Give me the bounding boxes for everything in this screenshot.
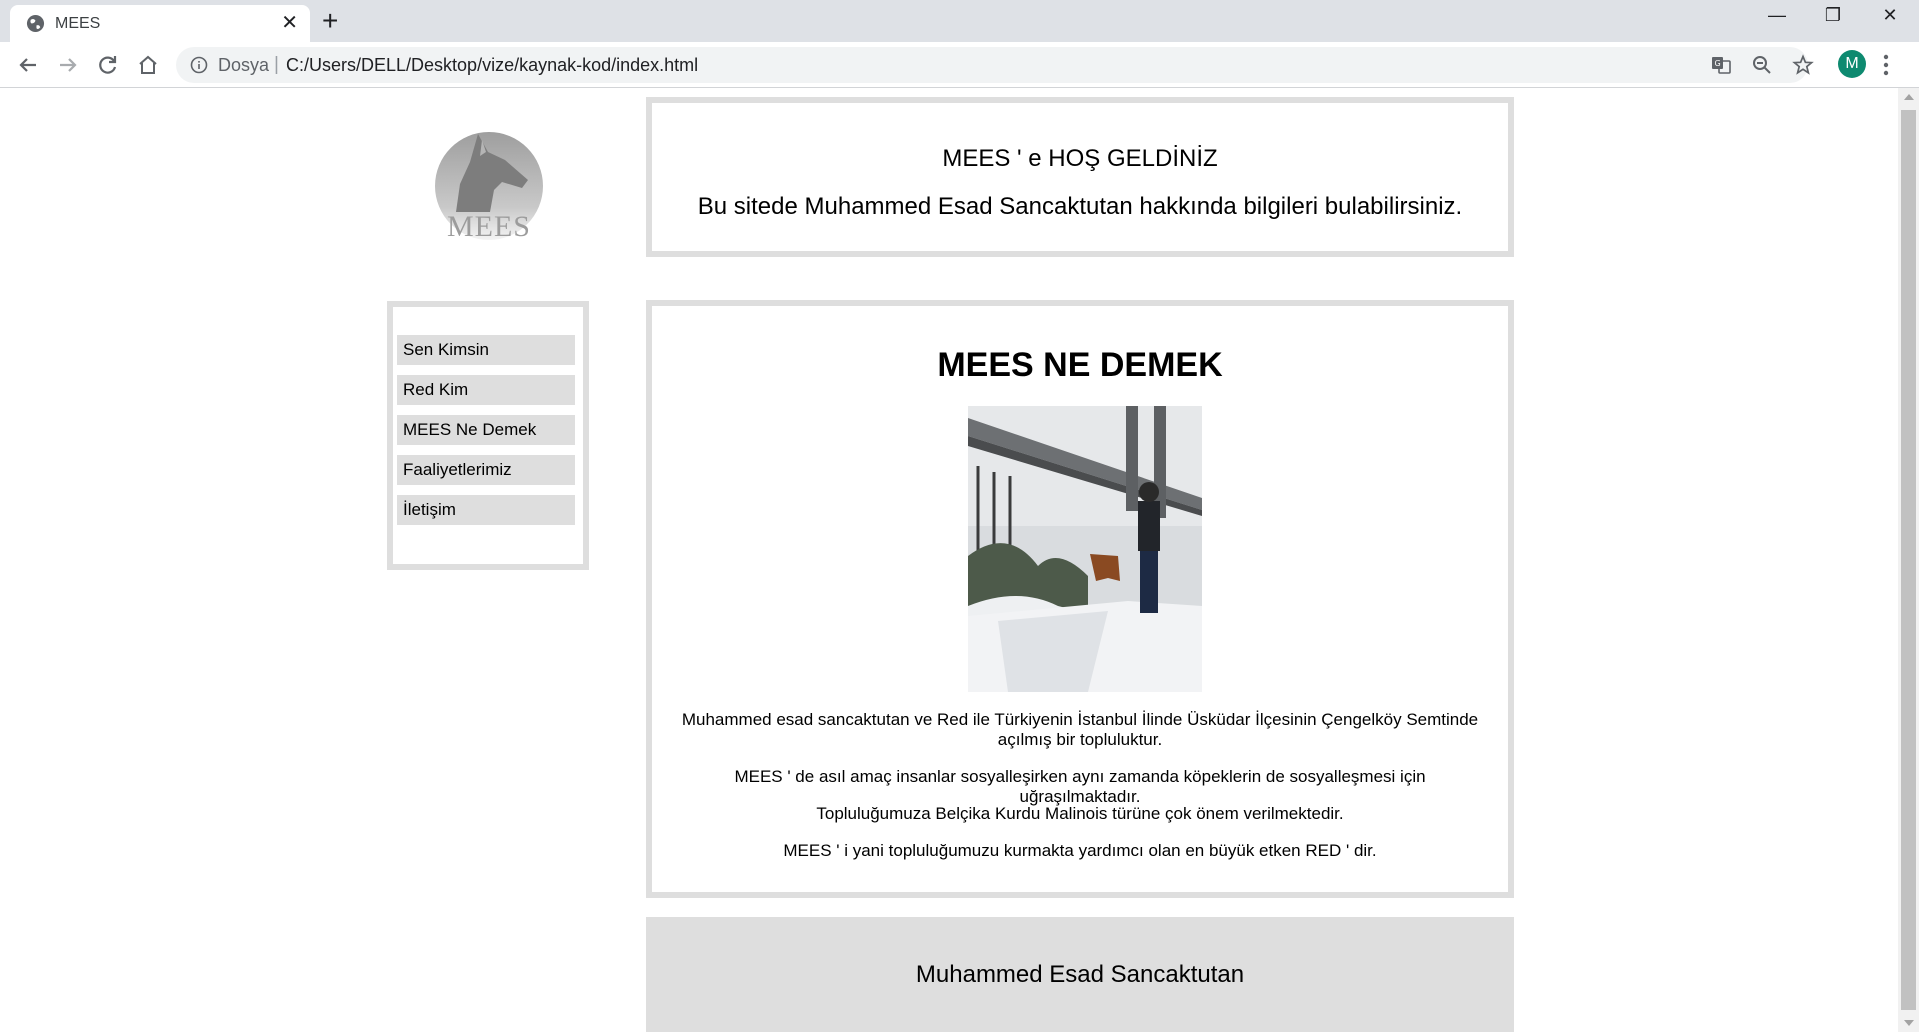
welcome-title: MEES ' e HOŞ GELDİNİZ (942, 145, 1218, 172)
browser-menu-icon[interactable] (1883, 54, 1889, 76)
profile-avatar[interactable]: M (1838, 50, 1866, 78)
menu-item-red-kim[interactable]: Red Kim (397, 375, 575, 405)
tab-strip: MEES ✕ + — ❐ ✕ (0, 0, 1919, 42)
footer: Muhammed Esad Sancaktutan (646, 917, 1514, 1032)
address-bar[interactable]: Dosya | C:/Users/DELL/Desktop/vize/kayna… (176, 47, 1814, 83)
address-separator: | (274, 54, 279, 75)
scroll-down-arrow-icon[interactable] (1904, 1020, 1914, 1026)
close-window-button[interactable]: ✕ (1870, 5, 1910, 26)
vertical-scrollbar[interactable] (1898, 88, 1919, 1032)
menu-item-faaliyetlerimiz[interactable]: Faaliyetlerimiz (397, 455, 575, 485)
menu-item-iletisim[interactable]: İletişim (397, 495, 575, 525)
side-menu: Sen Kimsin Red Kim MEES Ne Demek Faaliye… (387, 301, 589, 570)
menu-item-sen-kimsin[interactable]: Sen Kimsin (397, 335, 575, 365)
menu-item-mees-ne-demek[interactable]: MEES Ne Demek (397, 415, 575, 445)
page-viewport: MEES MEES ' e HOŞ GELDİNİZ Bu sitede Muh… (0, 88, 1898, 1032)
translate-icon[interactable]: G (1710, 54, 1732, 76)
scrollbar-thumb[interactable] (1901, 110, 1916, 1010)
paragraph-4: MEES ' i yani topluluğumuzu kurmakta yar… (783, 841, 1377, 860)
globe-icon (26, 14, 45, 33)
paragraph-2: MEES ' de asıl amaç insanlar sosyalleşir… (734, 767, 1426, 806)
browser-toolbar: Dosya | C:/Users/DELL/Desktop/vize/kayna… (0, 42, 1919, 88)
scheme-label: Dosya (218, 55, 270, 75)
welcome-subtitle: Bu sitede Muhammed Esad Sancaktutan hakk… (697, 193, 1463, 220)
browser-tab[interactable]: MEES ✕ (10, 5, 310, 42)
paragraph-3: Topluluğumuza Belçika Kurdu Malinois tür… (816, 804, 1344, 823)
new-tab-button[interactable]: + (322, 6, 338, 36)
home-icon[interactable] (134, 51, 162, 79)
forward-icon[interactable] (54, 51, 82, 79)
scroll-up-arrow-icon[interactable] (1904, 94, 1914, 100)
footer-text: Muhammed Esad Sancaktutan (915, 961, 1245, 988)
zoom-icon[interactable] (1751, 54, 1773, 76)
tab-close-icon[interactable]: ✕ (281, 12, 298, 34)
bookmark-star-icon[interactable] (1792, 54, 1814, 76)
content-title: MEES NE DEMEK (937, 346, 1223, 384)
logo-text: MEES (446, 210, 531, 243)
svg-text:G: G (1715, 59, 1721, 68)
main-content: MEES NE DEMEK Muhammed esad sancaktutan … (646, 300, 1514, 898)
minimize-button[interactable]: — (1757, 5, 1797, 26)
paragraph-1: Muhammed esad sancaktutan ve Red ile Tür… (681, 710, 1479, 749)
url-text[interactable]: C:/Users/DELL/Desktop/vize/kaynak-kod/in… (286, 55, 698, 76)
restore-button[interactable]: ❐ (1813, 5, 1853, 26)
reload-icon[interactable] (94, 51, 122, 79)
bridge-dog-photo (968, 406, 1202, 692)
info-icon[interactable] (190, 56, 208, 74)
tab-title: MEES (55, 15, 101, 32)
back-icon[interactable] (14, 51, 42, 79)
welcome-header: MEES ' e HOŞ GELDİNİZ Bu sitede Muhammed… (646, 97, 1514, 257)
